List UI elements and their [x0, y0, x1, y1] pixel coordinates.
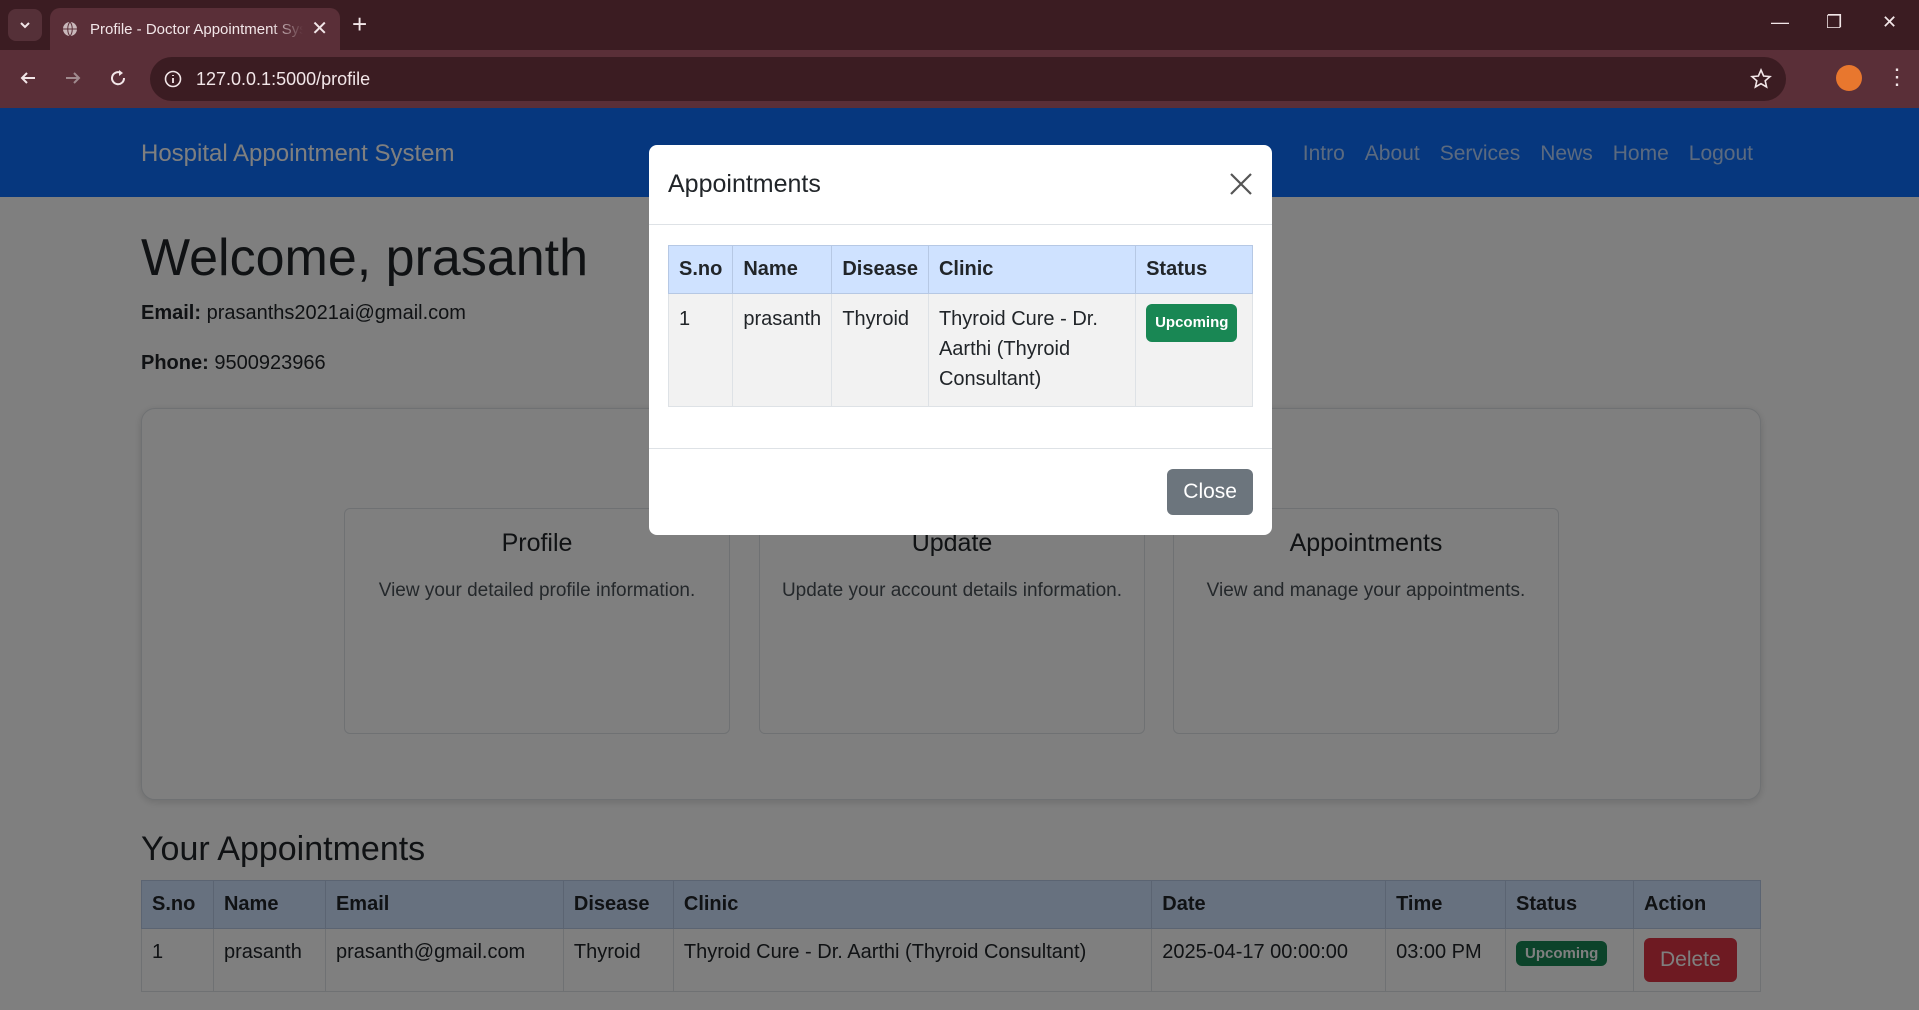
modal-title: Appointments — [668, 170, 821, 198]
modal-header: Appointments — [649, 145, 1272, 225]
address-bar[interactable]: 127.0.0.1:5000/profile — [150, 57, 1786, 101]
column-header: Status — [1135, 245, 1253, 294]
close-button[interactable]: Close — [1167, 469, 1253, 515]
cell-clinic: Thyroid Cure - Dr. Aarthi (Thyroid Consu… — [927, 293, 1137, 407]
kebab-menu-icon[interactable]: ⋮ — [1886, 66, 1908, 88]
cell-status: Upcoming — [1135, 293, 1253, 407]
modal-appointments-table: S.no Name Disease Clinic Status 1 prasan… — [667, 245, 1253, 407]
cell-disease: Thyroid — [831, 293, 929, 407]
browser-tab[interactable]: Profile - Doctor Appointment System ✕ — [50, 8, 340, 50]
globe-icon — [63, 21, 77, 37]
appointments-modal: Appointments S.no Name Disease Clinic St… — [649, 145, 1272, 535]
column-header: Clinic — [927, 245, 1137, 294]
column-header: Name — [732, 245, 833, 294]
plus-icon[interactable]: + — [352, 11, 367, 37]
table-header-row: S.no Name Disease Clinic Status — [667, 245, 1253, 294]
column-header: Disease — [831, 245, 929, 294]
status-badge: Upcoming — [1146, 304, 1238, 342]
profile-avatar[interactable] — [1836, 65, 1862, 91]
back-icon[interactable] — [16, 66, 40, 90]
star-icon[interactable] — [1750, 68, 1772, 90]
browser-tabstrip: Profile - Doctor Appointment System ✕ + … — [0, 0, 1919, 50]
minimize-icon[interactable]: — — [1771, 12, 1789, 33]
close-icon[interactable] — [1228, 171, 1254, 197]
info-icon[interactable] — [164, 70, 182, 88]
tab-title: Profile - Doctor Appointment System — [90, 20, 304, 38]
close-icon[interactable]: ✕ — [311, 19, 328, 39]
table-row: 1 prasanth Thyroid Thyroid Cure - Dr. Aa… — [667, 293, 1253, 407]
chevron-down-icon — [20, 22, 30, 29]
restore-icon[interactable]: ❐ — [1826, 12, 1842, 33]
url-text: 127.0.0.1:5000/profile — [196, 68, 371, 89]
page-content: Hospital Appointment System Intro About … — [0, 108, 1919, 1010]
forward-icon[interactable] — [61, 66, 85, 90]
cell-sno: 1 — [667, 293, 734, 407]
modal-footer: Close — [649, 449, 1272, 535]
tab-search-button[interactable] — [8, 9, 42, 41]
modal-body: S.no Name Disease Clinic Status 1 prasan… — [649, 225, 1272, 449]
cell-name: prasanth — [732, 293, 833, 407]
window-close-icon[interactable]: ✕ — [1882, 12, 1897, 33]
reload-icon[interactable] — [106, 66, 130, 90]
column-header: S.no — [667, 245, 734, 294]
